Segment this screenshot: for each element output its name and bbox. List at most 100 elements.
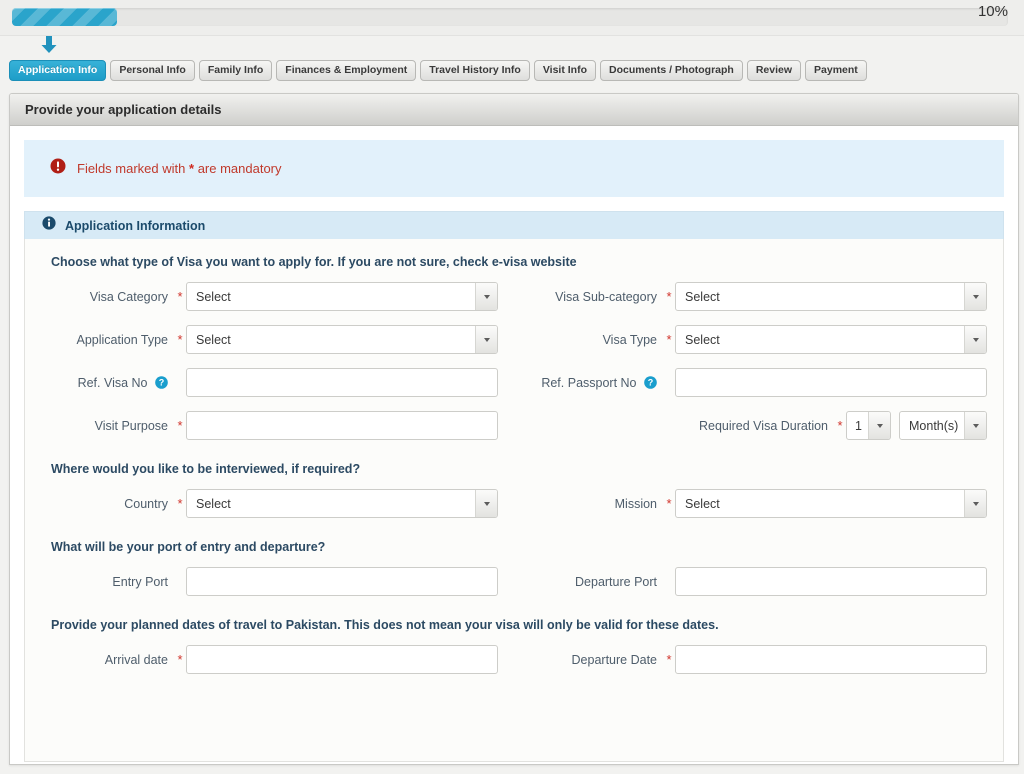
label-ref-visa-no: Ref. Visa No ? (41, 376, 174, 390)
select-mission-value: Select (685, 496, 720, 511)
field-visit-purpose: Visit Purpose * (41, 411, 498, 440)
field-departure-date: Departure Date * (530, 645, 987, 674)
required-marker-ref-passport-no: * (663, 375, 675, 390)
group-label-dates: Provide your planned dates of travel to … (51, 618, 719, 632)
field-ref-visa-no: Ref. Visa No ? * (41, 368, 498, 397)
select-visa-category[interactable]: Select (186, 282, 498, 311)
help-icon[interactable]: ? (644, 375, 657, 389)
label-entry-port: Entry Port (112, 574, 168, 589)
field-visa-type: Visa Type * Select (530, 325, 987, 354)
label-application-type: Application Type (76, 332, 169, 347)
select-country[interactable]: Select (186, 489, 498, 518)
form-row-purpose-duration: Visit Purpose * Required Visa Duration *… (41, 411, 987, 440)
tab-visit-info[interactable]: Visit Info (533, 60, 596, 81)
select-country-value: Select (196, 496, 231, 511)
input-ref-passport-no[interactable] (675, 368, 987, 397)
chevron-down-icon[interactable] (964, 283, 986, 310)
application-information-section-header: Application Information (24, 211, 1004, 239)
notice-text-before: Fields marked with (77, 161, 186, 176)
label-visit-purpose: Visit Purpose (94, 418, 168, 433)
chevron-down-icon[interactable] (964, 412, 986, 439)
chevron-down-icon[interactable] (868, 412, 890, 439)
group-label-ports: What will be your port of entry and depa… (51, 540, 326, 554)
error-circle-icon (50, 158, 66, 179)
mandatory-fields-notice: Fields marked with * are mandatory (24, 140, 1004, 197)
input-visit-purpose[interactable] (186, 411, 498, 440)
chevron-down-icon[interactable] (475, 283, 497, 310)
select-mission[interactable]: Select (675, 489, 987, 518)
chevron-down-icon[interactable] (964, 326, 986, 353)
required-marker-entry-port: * (174, 574, 186, 589)
input-arrival-date[interactable] (186, 645, 498, 674)
select-duration-number-value: 1 (855, 418, 862, 433)
tab-finances-employment[interactable]: Finances & Employment (276, 60, 417, 81)
field-mission: Mission * Select (530, 489, 987, 518)
input-departure-date[interactable] (675, 645, 987, 674)
select-duration-number[interactable]: 1 (846, 411, 891, 440)
info-circle-icon (42, 216, 56, 235)
input-departure-port[interactable] (675, 567, 987, 596)
label-visa-category: Visa Category (89, 289, 168, 304)
panel-header-title: Provide your application details (10, 94, 1018, 126)
required-marker-mission: * (666, 496, 672, 511)
chevron-down-icon[interactable] (475, 490, 497, 517)
progress-track (12, 8, 1008, 26)
label-ref-passport-no: Ref. Passport No ? (530, 376, 663, 390)
tab-application-info[interactable]: Application Info (9, 60, 107, 81)
field-application-type: Application Type * Select (41, 325, 498, 354)
field-visa-duration: Required Visa Duration * 1 Month(s) (530, 411, 987, 440)
chevron-down-icon[interactable] (475, 326, 497, 353)
form-row-interview: Country * Select Mission * Select (41, 489, 987, 518)
group-label-visa-type: Choose what type of Visa you want to app… (51, 255, 577, 269)
select-visa-subcategory[interactable]: Select (675, 282, 987, 311)
svg-text:?: ? (648, 377, 654, 387)
required-marker-visa-duration: * (837, 418, 843, 433)
label-visa-subcategory: Visa Sub-category (555, 289, 657, 304)
required-marker-visa-category: * (177, 289, 183, 304)
select-visa-type-value: Select (685, 332, 720, 347)
select-visa-type[interactable]: Select (675, 325, 987, 354)
required-marker-departure-date: * (666, 652, 672, 667)
progress-fill (12, 8, 117, 26)
label-arrival-date: Arrival date (104, 652, 168, 667)
notice-text-after: are mandatory (197, 161, 282, 176)
label-ref-visa-no-text: Ref. Visa No (77, 375, 148, 390)
input-ref-visa-no[interactable] (186, 368, 498, 397)
required-marker-ref-visa-no: * (174, 375, 186, 390)
input-entry-port[interactable] (186, 567, 498, 596)
form-row-reference: Ref. Visa No ? * Ref. Passport No (41, 368, 987, 397)
select-visa-subcategory-value: Select (685, 289, 720, 304)
field-arrival-date: Arrival date * (41, 645, 498, 674)
chevron-down-icon[interactable] (964, 490, 986, 517)
select-duration-unit[interactable]: Month(s) (899, 411, 987, 440)
label-departure-date: Departure Date (571, 652, 657, 667)
required-marker-application-type: * (177, 332, 183, 347)
application-panel: Provide your application details Fields … (9, 93, 1019, 765)
select-visa-category-value: Select (196, 289, 231, 304)
form-row-application-type: Application Type * Select Visa Type * Se… (41, 325, 987, 354)
label-mission: Mission (614, 496, 657, 511)
tab-documents-photograph[interactable]: Documents / Photograph (600, 60, 743, 81)
help-icon[interactable]: ? (155, 375, 168, 389)
tab-travel-history-info[interactable]: Travel History Info (420, 60, 530, 81)
tab-payment[interactable]: Payment (805, 60, 867, 81)
form-row-ports: Entry Port * Departure Port * (41, 567, 987, 596)
tab-review[interactable]: Review (746, 60, 802, 81)
label-departure-port: Departure Port (575, 574, 657, 589)
progress-bar-container: 10% (0, 0, 1024, 36)
form-row-dates: Arrival date * Departure Date * (41, 645, 987, 674)
tab-family-info[interactable]: Family Info (198, 60, 273, 81)
mandatory-notice-text: Fields marked with * are mandatory (77, 161, 282, 176)
select-application-type[interactable]: Select (186, 325, 498, 354)
progress-percent-label: 10% (977, 3, 1008, 20)
tab-personal-info[interactable]: Personal Info (110, 60, 195, 81)
required-marker-departure-port: * (663, 574, 675, 589)
label-visa-duration: Required Visa Duration (698, 418, 828, 433)
duration-group: 1 Month(s) (846, 411, 987, 440)
field-visa-subcategory: Visa Sub-category * Select (530, 282, 987, 311)
required-marker-visit-purpose: * (177, 418, 183, 433)
field-entry-port: Entry Port * (41, 567, 498, 596)
notice-star: * (189, 161, 195, 176)
field-ref-passport-no: Ref. Passport No ? * (530, 368, 987, 397)
wizard-tab-strip: Application Info Personal Info Family Info… (9, 60, 1019, 81)
